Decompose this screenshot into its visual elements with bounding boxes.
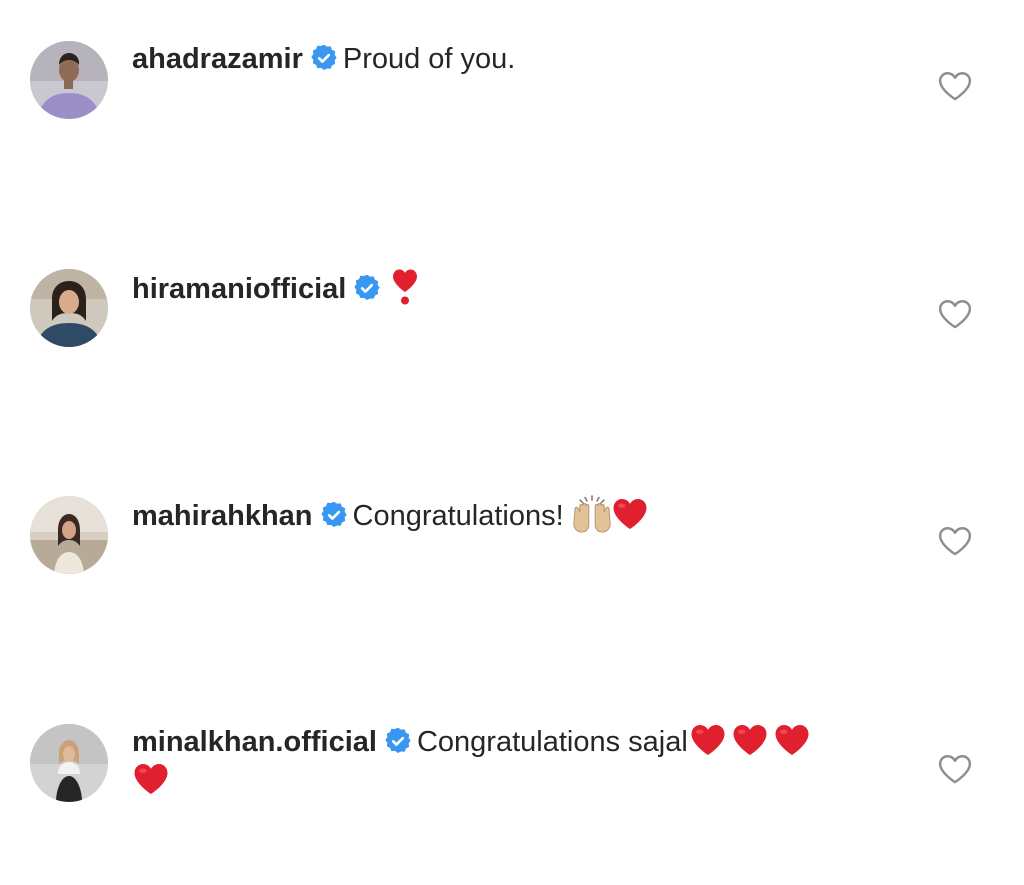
avatar-photo [30,41,108,119]
verified-badge-icon [385,728,411,754]
like-button[interactable] [938,299,972,329]
red-heart-icon [774,723,810,757]
comment-username[interactable]: ahadrazamir [132,43,303,75]
comment-item: minalkhan.official Congratulations sajal [0,683,1024,883]
avatar[interactable] [30,724,108,802]
like-button[interactable] [938,754,972,784]
heart-outline-icon [938,299,972,329]
avatar-photo [30,269,108,347]
avatar-photo [30,496,108,574]
red-heart-icon [133,762,169,796]
comment-item: ahadrazamir Proud of you. [0,0,1024,200]
heavy-heart-exclamation-icon [392,268,418,306]
comment-body: minalkhan.official Congratulations sajal [132,723,872,801]
avatar-photo [30,724,108,802]
comment-text: Proud of you. [342,43,516,75]
like-button[interactable] [938,71,972,101]
like-button[interactable] [938,526,972,556]
comment-item: mahirahkhan Congratulations! [0,455,1024,655]
verified-badge-icon [321,502,347,528]
heart-outline-icon [938,754,972,784]
red-heart-icon [732,723,768,757]
comment-username[interactable]: hiramaniofficial [132,273,346,305]
heart-outline-icon [938,526,972,556]
comment-body: mahirahkhan Congratulations! [132,495,872,536]
avatar[interactable] [30,41,108,119]
red-heart-icon [690,723,726,757]
verified-badge-icon [354,275,380,301]
comment-username[interactable]: minalkhan.official [132,726,377,758]
avatar[interactable] [30,269,108,347]
heart-outline-icon [938,71,972,101]
raising-hands-icon [572,495,612,533]
comment-item: hiramaniofficial [0,228,1024,428]
comment-text: Congratulations! [352,500,564,532]
comment-text: Congratulations sajal [416,726,688,758]
comment-body: ahadrazamir Proud of you. [132,40,872,79]
comment-body: hiramaniofficial [132,268,872,309]
avatar[interactable] [30,496,108,574]
verified-badge-icon [311,45,337,71]
comment-username[interactable]: mahirahkhan [132,500,313,532]
red-heart-icon [612,497,648,531]
